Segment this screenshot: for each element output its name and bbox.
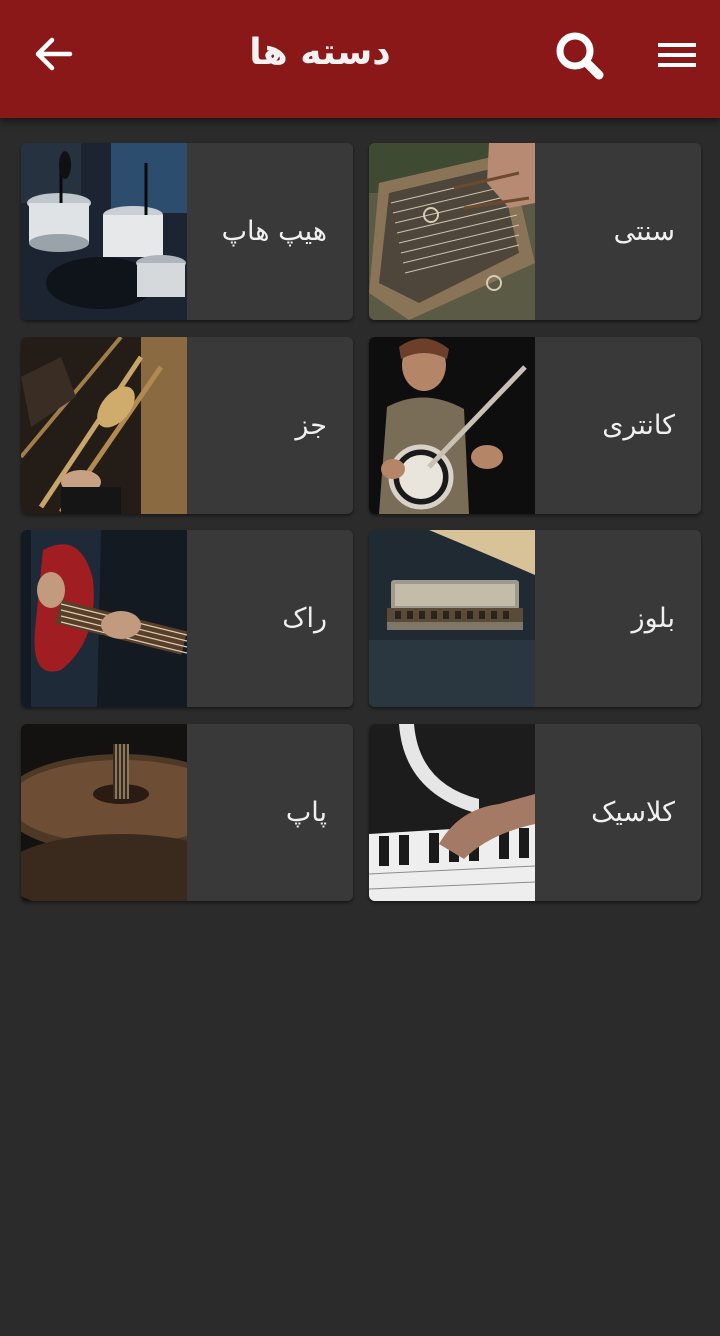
back-button[interactable] — [30, 30, 78, 78]
trombone-image — [21, 337, 187, 514]
app-bar: دسته ها — [0, 0, 720, 118]
category-label: سنتی — [613, 216, 675, 247]
category-card-country[interactable]: کانتری — [369, 337, 701, 514]
category-card-classical[interactable]: کلاسیک — [369, 724, 701, 901]
banjo-player-image — [369, 337, 535, 514]
harmonica-image — [369, 530, 535, 707]
category-card-blues[interactable]: بلوز — [369, 530, 701, 707]
santoor-image — [369, 143, 535, 320]
drum-kit-image — [21, 143, 187, 320]
page-title: دسته ها — [249, 32, 391, 73]
category-card-pop[interactable]: پاپ — [21, 724, 353, 901]
category-grid: سنتی هیپ هاپ کانتری جز بلوز راک کلاسیک پ… — [0, 0, 720, 1336]
hamburger-menu-icon — [658, 43, 696, 67]
acoustic-guitar-image — [21, 724, 187, 901]
category-card-jazz[interactable]: جز — [21, 337, 353, 514]
search-icon — [556, 32, 604, 80]
category-label: راک — [282, 603, 327, 634]
category-label: کلاسیک — [591, 797, 675, 828]
category-label: هیپ هاپ — [221, 216, 327, 247]
electric-bass-image — [21, 530, 187, 707]
category-card-rock[interactable]: راک — [21, 530, 353, 707]
category-card-traditional[interactable]: سنتی — [369, 143, 701, 320]
category-card-hiphop[interactable]: هیپ هاپ — [21, 143, 353, 320]
category-label: پاپ — [285, 797, 327, 828]
category-label: کانتری — [602, 410, 675, 441]
arrow-left-icon — [35, 37, 73, 71]
piano-keys-image — [369, 724, 535, 901]
category-label: بلوز — [631, 603, 675, 634]
category-label: جز — [295, 410, 327, 441]
menu-button[interactable] — [654, 36, 702, 76]
search-button[interactable] — [552, 28, 608, 84]
